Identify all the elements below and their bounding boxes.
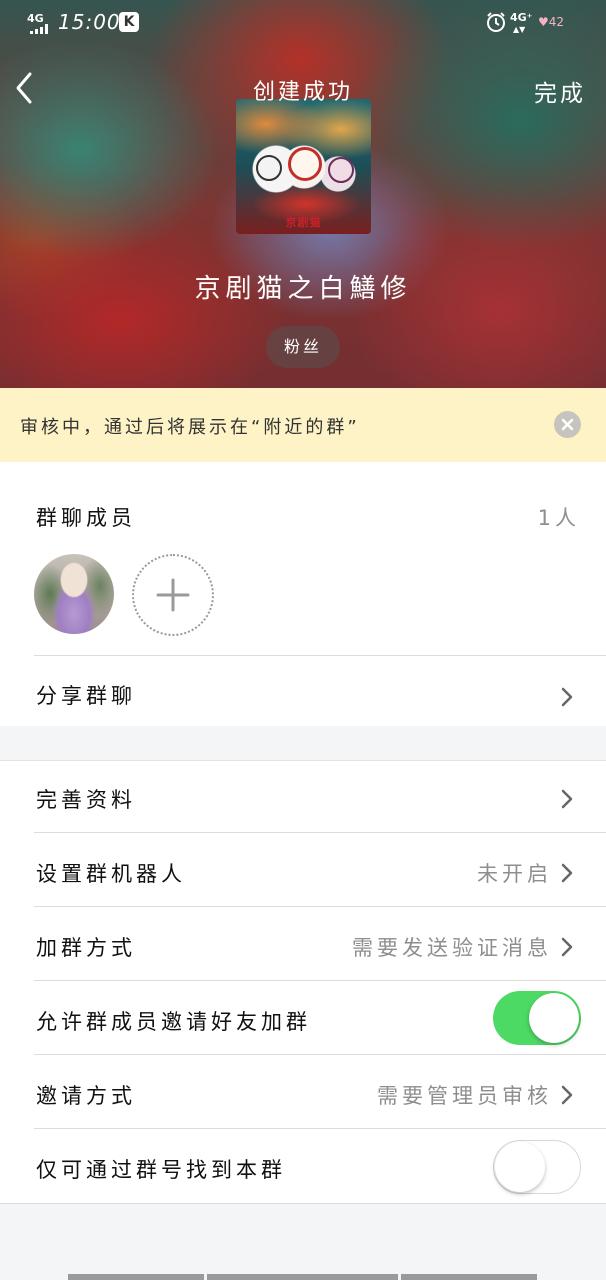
settings-row-value: 需要发送验证消息 — [352, 936, 552, 960]
settings-row-value: 需要管理员审核 — [377, 1084, 552, 1108]
settings-row-profile[interactable]: 完善资料 — [0, 760, 606, 832]
plus-icon — [156, 578, 190, 612]
share-group-label: 分享群聊 — [36, 684, 136, 708]
settings-row-label: 仅可通过群号找到本群 — [36, 1158, 286, 1182]
app-notification-icon: K — [119, 12, 139, 32]
status-bar: 4G 15:00 K 4G⁺ ▲▼ ♥42 — [0, 0, 606, 46]
settings-row-invite-method[interactable]: 邀请方式 需要管理员审核 — [0, 1055, 606, 1128]
chevron-right-icon — [561, 789, 573, 809]
settings-row-allow-invite: 允许群成员邀请好友加群 — [0, 981, 606, 1054]
share-group-row[interactable]: 分享群聊 — [0, 656, 606, 726]
cover-character — [256, 155, 282, 181]
chevron-right-icon — [561, 937, 573, 957]
close-icon — [561, 418, 574, 431]
nav-bar-segment — [401, 1274, 537, 1280]
add-member-button[interactable] — [132, 554, 214, 636]
cover-character — [328, 157, 354, 183]
settings-row-find-by-number: 仅可通过群号找到本群 — [0, 1129, 606, 1203]
chevron-right-icon — [561, 1085, 573, 1105]
group-name: 京剧猫之白鱔修 — [194, 274, 412, 304]
signal-bars-icon — [30, 24, 48, 34]
settings-row-label: 完善资料 — [36, 788, 136, 812]
review-notice-text: 审核中，通过后将展示在“附近的群” — [20, 417, 360, 438]
toggle-knob — [495, 1142, 545, 1192]
review-notice-banner: 审核中，通过后将展示在“附近的群” — [0, 388, 606, 462]
notice-close-button[interactable] — [554, 411, 581, 438]
settings-row-group-bot[interactable]: 设置群机器人 未开启 — [0, 833, 606, 906]
chevron-right-icon — [561, 863, 573, 883]
allow-invite-toggle[interactable] — [493, 991, 581, 1045]
member-count[interactable]: 1人 — [538, 502, 580, 532]
network-type: 4G⁺ — [510, 11, 533, 24]
cover-caption: 京剧猫 — [285, 216, 322, 229]
avatar[interactable] — [34, 554, 114, 634]
settings-row-join-method[interactable]: 加群方式 需要发送验证消息 — [0, 907, 606, 980]
chevron-right-icon — [561, 687, 573, 707]
settings-row-label: 允许群成员邀请好友加群 — [36, 1010, 311, 1034]
alarm-icon — [487, 12, 505, 32]
divider — [0, 1203, 606, 1204]
nav-bar-segment — [68, 1274, 204, 1280]
page-title: 创建成功 — [252, 80, 353, 105]
battery-indicator: ♥42 — [538, 15, 565, 29]
settings-row-label: 邀请方式 — [36, 1084, 136, 1108]
settings-row-label: 设置群机器人 — [36, 862, 186, 886]
nav-bar-segment — [207, 1274, 398, 1280]
settings-row-value: 未开启 — [477, 862, 552, 886]
toggle-knob — [529, 993, 579, 1043]
members-label: 群聊成员 — [36, 506, 136, 530]
settings-row-label: 加群方式 — [36, 936, 136, 960]
group-cover-image[interactable]: 京剧猫 — [236, 99, 371, 234]
done-button[interactable]: 完成 — [534, 74, 586, 108]
clock: 15:00 — [58, 10, 121, 34]
cover-character — [288, 147, 322, 181]
find-by-number-toggle[interactable] — [493, 1140, 581, 1194]
group-tag-badge[interactable]: 粉丝 — [266, 326, 340, 368]
data-arrows-icon: ▲▼ — [513, 25, 526, 34]
